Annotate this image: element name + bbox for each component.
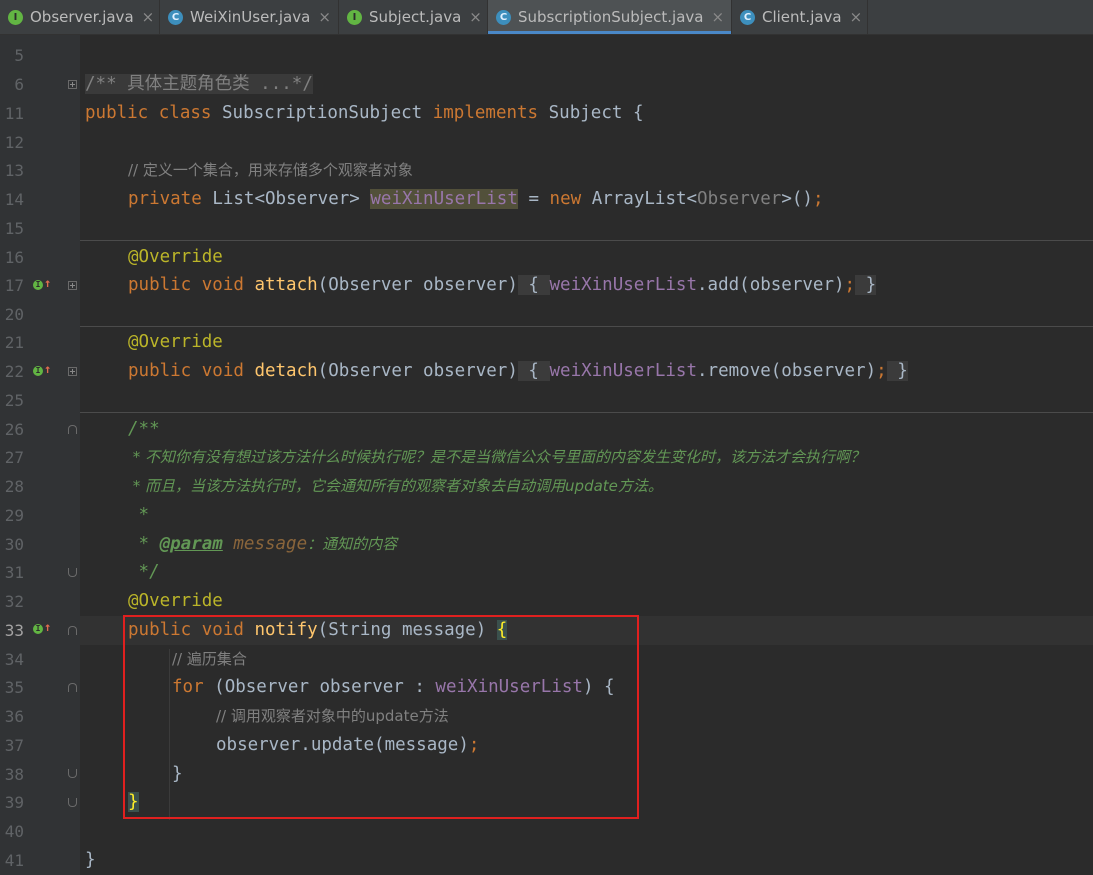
code-line-29: * <box>128 505 150 525</box>
code-line-27: * 不知你有没有想过该方法什么时候执行呢？是不是当微信公众号里面的内容发生变化时… <box>128 448 866 466</box>
line-number: 25 <box>4 391 24 410</box>
line-number: 29 <box>4 506 24 525</box>
fold-end-icon[interactable] <box>68 769 77 778</box>
tab-label: Subject.java <box>369 8 462 26</box>
line-number: 41 <box>4 851 24 870</box>
line-number: 21 <box>4 333 24 352</box>
line-number: 37 <box>4 736 24 755</box>
code-line-30: * @param message：通知的内容 <box>128 534 398 554</box>
implements-method-icon[interactable]: I ↑ <box>33 362 51 378</box>
line-number: 39 <box>4 793 24 812</box>
close-icon[interactable]: × <box>318 8 331 26</box>
line-number: 32 <box>4 592 24 611</box>
editor-gutter[interactable]: 5 6 11 12 13 14 15 16 17 20 21 22 25 26 … <box>0 35 80 875</box>
close-icon[interactable]: × <box>850 8 863 26</box>
fold-expand-icon[interactable] <box>68 281 77 290</box>
line-number: 35 <box>4 678 24 697</box>
code-line-26: /** <box>128 419 160 439</box>
editor-tab-bar: I Observer.java × C WeiXinUser.java × I … <box>0 0 1093 35</box>
line-number: 38 <box>4 765 24 784</box>
line-number: 17 <box>4 276 24 295</box>
line-number: 31 <box>4 563 24 582</box>
tab-observer-java[interactable]: I Observer.java × <box>0 0 160 34</box>
fold-end-icon[interactable] <box>68 568 77 577</box>
line-number: 15 <box>4 219 24 238</box>
code-line-16: @Override <box>128 247 223 267</box>
line-number: 16 <box>4 248 24 267</box>
line-number: 28 <box>4 477 24 496</box>
line-number: 12 <box>4 133 24 152</box>
line-number: 14 <box>4 190 24 209</box>
tab-label: Observer.java <box>30 8 134 26</box>
code-line-21: @Override <box>128 332 223 352</box>
line-number: 27 <box>4 448 24 467</box>
class-icon: C <box>740 9 755 25</box>
line-number: 6 <box>14 75 24 94</box>
line-number: 26 <box>4 420 24 439</box>
tab-label: WeiXinUser.java <box>190 8 311 26</box>
code-line-32: @Override <box>128 591 223 611</box>
line-number: 40 <box>4 822 24 841</box>
fold-collapse-icon[interactable] <box>68 683 77 692</box>
line-number: 13 <box>4 161 24 180</box>
tab-subscriptionsubject-java[interactable]: C SubscriptionSubject.java × <box>488 0 732 34</box>
line-number: 11 <box>4 104 24 123</box>
code-line-13: // 定义一个集合，用来存储多个观察者对象 <box>128 161 413 179</box>
implements-method-icon[interactable]: I ↑ <box>33 276 51 292</box>
implements-method-icon[interactable]: I ↑ <box>33 620 51 636</box>
line-number: 34 <box>4 650 24 669</box>
line-number: 20 <box>4 305 24 324</box>
line-number: 5 <box>14 46 24 65</box>
fold-expand-icon[interactable] <box>68 80 77 89</box>
code-line-11: public class SubscriptionSubject impleme… <box>85 103 644 123</box>
line-number: 33 <box>4 621 24 640</box>
code-line-22: public void detach(Observer observer) { … <box>128 361 908 381</box>
tab-weixinuser-java[interactable]: C WeiXinUser.java × <box>160 0 339 34</box>
interface-icon: I <box>347 9 362 25</box>
fold-collapse-icon[interactable] <box>68 425 77 434</box>
class-icon: C <box>168 9 183 25</box>
class-icon: C <box>496 9 511 25</box>
code-line-28: * 而且，当该方法执行时，它会通知所有的观察者对象去自动调用update方法。 <box>128 477 663 495</box>
close-icon[interactable]: × <box>711 8 724 26</box>
fold-expand-icon[interactable] <box>68 367 77 376</box>
interface-icon: I <box>8 9 23 25</box>
close-icon[interactable]: × <box>469 8 482 26</box>
code-line-6: /** 具体主题角色类 ...*/ <box>85 70 313 99</box>
tab-subject-java[interactable]: I Subject.java × <box>339 0 488 34</box>
code-line-14: private List<Observer> weiXinUserList = … <box>128 189 824 209</box>
fold-collapse-icon[interactable] <box>68 626 77 635</box>
code-line-17: public void attach(Observer observer) { … <box>128 275 877 295</box>
collapsed-doc-comment[interactable]: /** 具体主题角色类 ...*/ <box>85 74 313 94</box>
close-icon[interactable]: × <box>142 8 155 26</box>
line-number: 36 <box>4 707 24 726</box>
line-number: 22 <box>4 362 24 381</box>
code-line-31: */ <box>128 562 160 582</box>
line-number: 30 <box>4 535 24 554</box>
fold-end-icon[interactable] <box>68 798 77 807</box>
tab-label: Client.java <box>762 8 842 26</box>
code-line-41: } <box>85 850 96 870</box>
tab-label: SubscriptionSubject.java <box>518 8 704 26</box>
highlight-annotation-box <box>123 615 639 819</box>
tab-client-java[interactable]: C Client.java × <box>732 0 868 34</box>
